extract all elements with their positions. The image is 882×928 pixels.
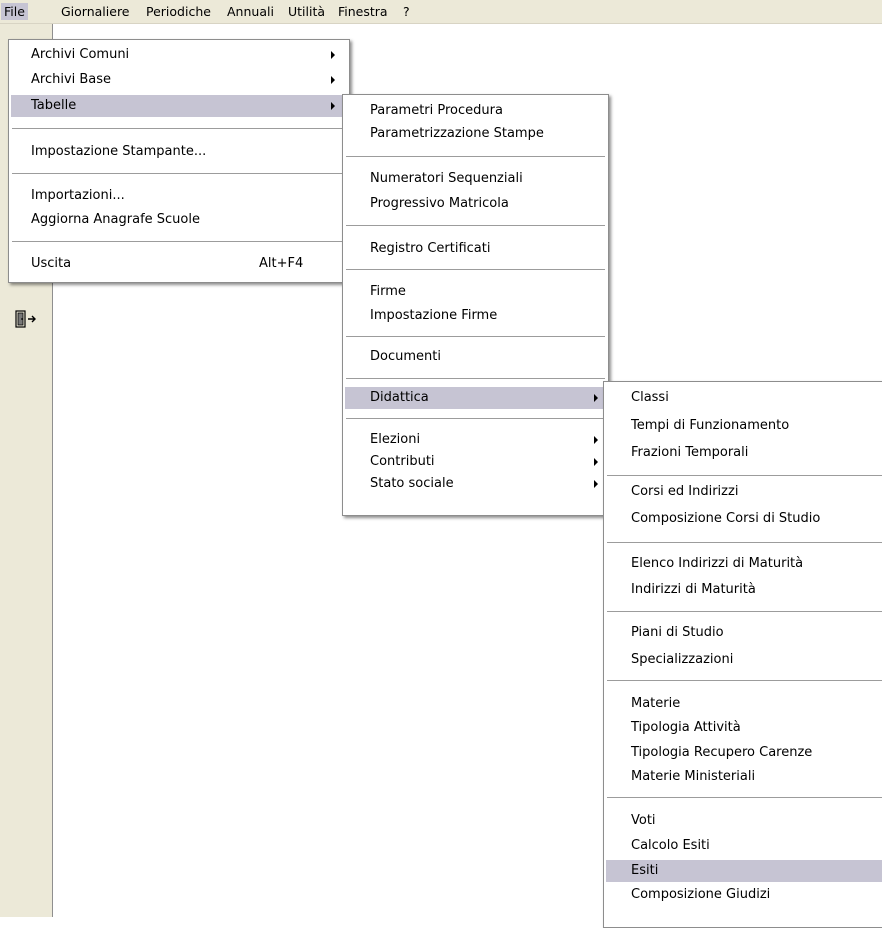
menu-file[interactable]: File (1, 3, 28, 20)
exit-door-icon[interactable] (13, 308, 39, 330)
menu-item-composizione-giudizi[interactable]: Composizione Giudizi (606, 884, 882, 906)
menu-item-parametrizzazione-stampe[interactable]: Parametrizzazione Stampe (345, 123, 606, 145)
menu-separator (346, 336, 605, 337)
menu-item-voti[interactable]: Voti (606, 810, 882, 832)
menu-item-esiti[interactable]: Esiti (606, 860, 882, 882)
menu-separator (12, 128, 346, 129)
menu-item-archivi-comuni[interactable]: Archivi Comuni (11, 44, 347, 66)
menu-item-didattica[interactable]: Didattica (345, 387, 606, 409)
menu-item-archivi-base[interactable]: Archivi Base (11, 69, 347, 91)
menu-item-tempi-di-funzionamento[interactable]: Tempi di Funzionamento (606, 415, 882, 437)
menu-item-impostazione-firme[interactable]: Impostazione Firme (345, 305, 606, 327)
menu-item-tabelle[interactable]: Tabelle (11, 95, 347, 117)
menu-separator (607, 542, 882, 543)
menu-item-frazioni-temporali[interactable]: Frazioni Temporali (606, 442, 882, 464)
menu-item-uscita[interactable]: Uscita Alt+F4 (11, 253, 347, 275)
submenu-arrow-icon (331, 102, 335, 110)
tabelle-submenu: Parametri Procedura Parametrizzazione St… (342, 94, 609, 516)
menu-item-materie[interactable]: Materie (606, 693, 882, 715)
submenu-arrow-icon (594, 458, 598, 466)
menu-item-calcolo-esiti[interactable]: Calcolo Esiti (606, 835, 882, 857)
menu-periodiche[interactable]: Periodiche (143, 3, 214, 20)
menu-separator (346, 156, 605, 157)
menu-item-piani-di-studio[interactable]: Piani di Studio (606, 622, 882, 644)
menu-separator (607, 680, 882, 681)
submenu-arrow-icon (594, 480, 598, 488)
menu-item-indirizzi-di-maturita[interactable]: Indirizzi di Maturità (606, 579, 882, 601)
menu-item-composizione-corsi-di-studio[interactable]: Composizione Corsi di Studio (606, 508, 882, 530)
menu-item-progressivo-matricola[interactable]: Progressivo Matricola (345, 193, 606, 215)
menu-item-aggiorna-anagrafe-scuole[interactable]: Aggiorna Anagrafe Scuole (11, 209, 347, 231)
menu-item-parametri-procedura[interactable]: Parametri Procedura (345, 100, 606, 122)
menu-finestra[interactable]: Finestra (335, 3, 391, 20)
menu-item-tipologia-recupero-carenze[interactable]: Tipologia Recupero Carenze (606, 742, 882, 764)
menu-help[interactable]: ? (400, 3, 413, 20)
submenu-arrow-icon (594, 394, 598, 402)
shortcut-label: Alt+F4 (259, 256, 304, 271)
menu-item-elezioni[interactable]: Elezioni (345, 429, 606, 451)
menu-item-documenti[interactable]: Documenti (345, 346, 606, 368)
menu-item-materie-ministeriali[interactable]: Materie Ministeriali (606, 766, 882, 788)
menu-item-contributi[interactable]: Contributi (345, 451, 606, 473)
menu-separator (346, 418, 605, 419)
menu-separator (607, 797, 882, 798)
submenu-arrow-icon (331, 76, 335, 84)
menu-item-registro-certificati[interactable]: Registro Certificati (345, 238, 606, 260)
menu-separator (346, 225, 605, 226)
file-menu: Archivi Comuni Archivi Base Tabelle Impo… (8, 39, 350, 283)
menu-item-firme[interactable]: Firme (345, 281, 606, 303)
menu-utilita[interactable]: Utilità (285, 3, 328, 20)
menu-separator (12, 241, 346, 242)
menu-bar: File Giornaliere Periodiche Annuali Util… (0, 0, 882, 24)
menu-annuali[interactable]: Annuali (224, 3, 277, 20)
submenu-arrow-icon (331, 51, 335, 59)
menu-giornaliere[interactable]: Giornaliere (58, 3, 133, 20)
menu-item-stato-sociale[interactable]: Stato sociale (345, 473, 606, 495)
submenu-arrow-icon (594, 436, 598, 444)
menu-item-elenco-indirizzi-di-maturita[interactable]: Elenco Indirizzi di Maturità (606, 553, 882, 575)
menu-item-specializzazioni[interactable]: Specializzazioni (606, 649, 882, 671)
menu-item-importazioni[interactable]: Importazioni... (11, 185, 347, 207)
menu-separator (346, 269, 605, 270)
menu-item-tipologia-attivita[interactable]: Tipologia Attività (606, 717, 882, 739)
menu-item-classi[interactable]: Classi (606, 387, 882, 409)
menu-separator (12, 173, 346, 174)
menu-item-numeratori-sequenziali[interactable]: Numeratori Sequenziali (345, 168, 606, 190)
didattica-submenu: Classi Tempi di Funzionamento Frazioni T… (603, 381, 882, 928)
menu-separator (346, 378, 605, 379)
menu-item-impostazione-stampante[interactable]: Impostazione Stampante... (11, 141, 347, 163)
menu-item-corsi-ed-indirizzi[interactable]: Corsi ed Indirizzi (606, 481, 882, 503)
menu-separator (607, 611, 882, 612)
menu-separator (607, 475, 882, 476)
